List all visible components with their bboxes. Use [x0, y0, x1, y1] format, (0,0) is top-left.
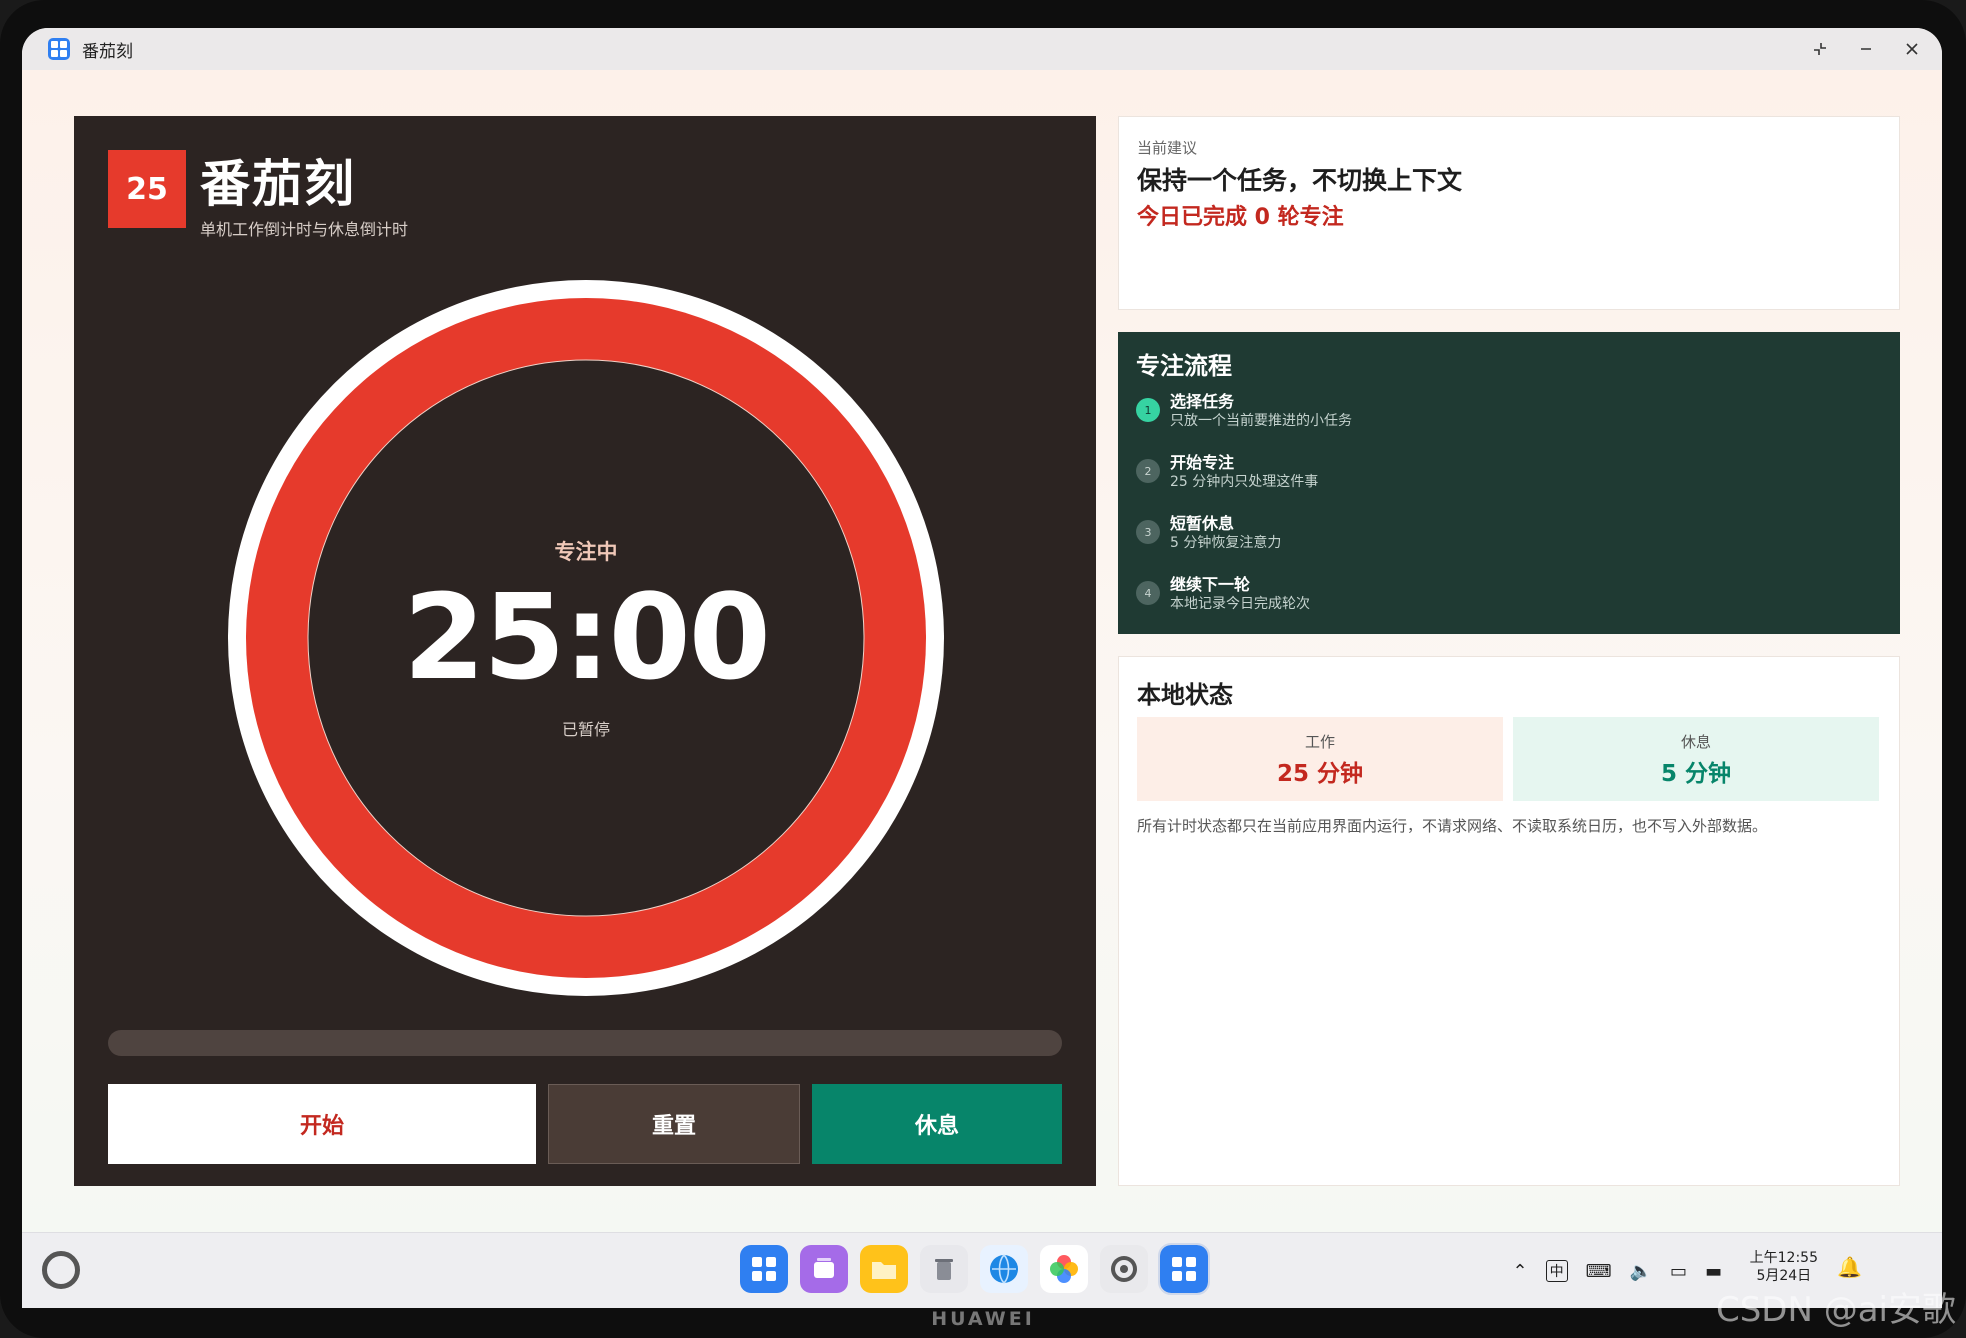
rest-label: 休息 [1680, 733, 1711, 751]
flow-step: 3 短暂休息 5 分钟恢复注意力 [1136, 508, 1876, 556]
device-frame: 番茄刻 25 番茄刻 单机工作倒计时与休息倒计时 专注中 25:00 已暂停 开… [0, 0, 1966, 1338]
reset-button[interactable]: 重置 [548, 1084, 800, 1164]
trash-icon[interactable] [920, 1245, 968, 1293]
multitask-icon[interactable] [800, 1245, 848, 1293]
completed-rounds: 今日已完成 0 轮专注 [1137, 205, 1344, 230]
pomodoro-app-icon[interactable] [1158, 1243, 1210, 1295]
suggestion-card: 当前建议 保持一个任务，不切换上下文 今日已完成 0 轮专注 [1118, 116, 1900, 310]
timer-ring: 专注中 25:00 已暂停 [216, 268, 956, 1008]
timer-time: 25:00 [403, 568, 771, 706]
minimize-icon[interactable] [1856, 39, 1876, 59]
minutes-badge: 25 [108, 150, 186, 228]
step-number-badge: 2 [1136, 459, 1160, 483]
step-title: 选择任务 [1170, 392, 1235, 411]
notification-bell-icon[interactable]: 🔔 [1837, 1255, 1862, 1279]
gallery-icon[interactable] [1040, 1245, 1088, 1293]
privacy-note: 所有计时状态都只在当前应用界面内运行，不请求网络、不读取系统日历，也不写入外部数… [1137, 817, 1768, 835]
flow-step: 4 继续下一轮 本地记录今日完成轮次 [1136, 569, 1876, 617]
timer-state: 专注中 [554, 540, 618, 564]
browser-icon[interactable] [980, 1245, 1028, 1293]
app-subtitle: 单机工作倒计时与休息倒计时 [200, 220, 409, 239]
suggestion-title: 保持一个任务，不切换上下文 [1137, 166, 1463, 195]
clock[interactable]: 上午12:55 5月24日 [1750, 1249, 1818, 1285]
system-tray: ⌃ 中 ⌨ 🔈 ▭ ▬ [1512, 1251, 1722, 1291]
work-label: 工作 [1304, 733, 1335, 751]
local-status-card: 本地状态 工作 25 分钟 休息 5 分钟 所有计时状态都只在当前应用界面内运行… [1118, 656, 1900, 1186]
app-name: 番茄刻 [200, 155, 356, 213]
close-icon[interactable] [1902, 39, 1922, 59]
step-number-badge: 3 [1136, 520, 1160, 544]
settings-gear-icon[interactable] [1100, 1245, 1148, 1293]
chevron-up-icon[interactable]: ⌃ [1512, 1261, 1527, 1282]
work-duration-tile: 工作 25 分钟 [1137, 717, 1503, 801]
focus-flow-card: 专注流程 1 选择任务 只放一个当前要推进的小任务 2 开始专注 25 分钟内只… [1118, 332, 1900, 634]
watermark: CSDN @ai安歌 [1715, 1290, 1956, 1330]
flow-step: 2 开始专注 25 分钟内只处理这件事 [1136, 447, 1876, 495]
local-title: 本地状态 [1137, 681, 1233, 709]
window-controls [1810, 28, 1922, 70]
dock [740, 1243, 1210, 1295]
flow-step: 1 选择任务 只放一个当前要推进的小任务 [1136, 386, 1876, 434]
step-title: 继续下一轮 [1170, 575, 1251, 594]
display-icon[interactable]: ▭ [1670, 1261, 1687, 1282]
step-desc: 5 分钟恢复注意力 [1170, 535, 1282, 551]
step-desc: 本地记录今日完成轮次 [1170, 596, 1310, 612]
window-titlebar: 番茄刻 [22, 28, 1942, 70]
rest-value: 5 分钟 [1660, 761, 1731, 787]
timer-progress-bar [108, 1030, 1062, 1056]
flow-title: 专注流程 [1136, 352, 1232, 380]
volume-icon[interactable]: 🔈 [1630, 1261, 1652, 1282]
step-number-badge: 4 [1136, 581, 1160, 605]
window-title: 番茄刻 [82, 41, 133, 62]
battery-icon[interactable]: ▬ [1705, 1261, 1722, 1282]
restore-icon[interactable] [1810, 39, 1830, 59]
suggestion-label: 当前建议 [1137, 139, 1198, 157]
ime-indicator[interactable]: 中 [1545, 1260, 1568, 1282]
app-content: 25 番茄刻 单机工作倒计时与休息倒计时 专注中 25:00 已暂停 开始 重置… [22, 70, 1942, 1232]
taskbar: ⌃ 中 ⌨ 🔈 ▭ ▬ 上午12:55 5月24日 🔔 [22, 1232, 1942, 1308]
timer-panel: 25 番茄刻 单机工作倒计时与休息倒计时 专注中 25:00 已暂停 开始 重置… [74, 116, 1096, 1186]
files-icon[interactable] [860, 1245, 908, 1293]
app-grid-icon [48, 38, 70, 60]
step-desc: 25 分钟内只处理这件事 [1170, 474, 1319, 490]
step-number-badge: 1 [1136, 398, 1160, 422]
timer-status: 已暂停 [561, 720, 610, 739]
step-desc: 只放一个当前要推进的小任务 [1170, 413, 1352, 429]
start-button[interactable]: 开始 [108, 1084, 536, 1164]
app-center-icon[interactable] [740, 1245, 788, 1293]
rest-button[interactable]: 休息 [812, 1084, 1062, 1164]
screen: 番茄刻 25 番茄刻 单机工作倒计时与休息倒计时 专注中 25:00 已暂停 开… [22, 28, 1942, 1308]
device-brand: HUAWEI [931, 1308, 1035, 1330]
home-button-icon[interactable] [42, 1251, 80, 1289]
step-title: 短暂休息 [1170, 514, 1235, 533]
rest-duration-tile: 休息 5 分钟 [1513, 717, 1879, 801]
work-value: 25 分钟 [1276, 761, 1363, 787]
keyboard-icon[interactable]: ⌨ [1586, 1261, 1612, 1282]
clock-time: 上午12:55 [1749, 1250, 1818, 1266]
step-title: 开始专注 [1170, 453, 1235, 472]
